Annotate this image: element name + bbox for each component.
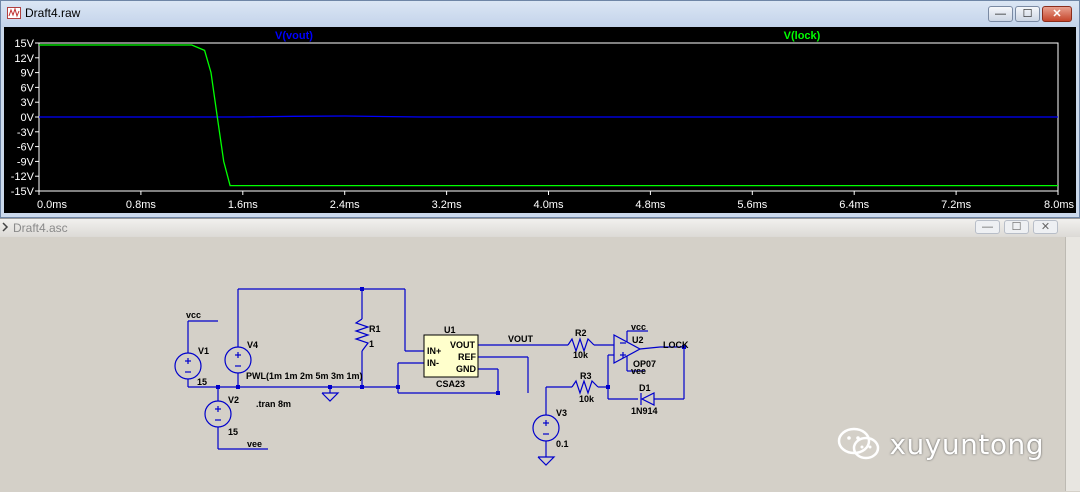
ground-symbol	[321, 392, 340, 402]
trace-label-lock[interactable]: V(lock)	[784, 30, 821, 42]
voltage-source-v3[interactable]	[532, 414, 560, 442]
schematic-minimize-button[interactable]: —	[975, 220, 1000, 234]
label-r1: R1	[369, 324, 381, 334]
x-tick-label: 3.2ms	[432, 199, 462, 211]
voltage-source-v1[interactable]	[174, 352, 202, 380]
label-vee-1: vee	[247, 439, 262, 449]
y-tick-label: -6V	[17, 142, 35, 154]
label-u1-ref: REF	[458, 352, 477, 362]
x-tick-label: 5.6ms	[737, 199, 767, 211]
label-r3: R3	[580, 371, 592, 381]
label-d1: D1	[639, 383, 651, 393]
x-tick-label: 2.4ms	[330, 199, 360, 211]
schematic-close-button[interactable]: ✕	[1033, 220, 1058, 234]
label-vcc-2: vcc	[631, 322, 646, 332]
waveform-plot[interactable]: V(vout) V(lock) 15V 12V 9V 6V 3V 0V -3V -6V -9V -…	[4, 27, 1076, 213]
label-v4: V4	[247, 340, 258, 350]
trace-label-vout[interactable]: V(vout)	[275, 30, 313, 42]
label-v3-value: 0.1	[556, 439, 569, 449]
x-tick-label: 4.0ms	[534, 199, 564, 211]
label-u1-vout: VOUT	[450, 340, 476, 350]
resistor-r3[interactable]	[571, 379, 599, 395]
label-u1-gnd: GND	[456, 364, 477, 374]
diode-d1[interactable]	[640, 392, 655, 406]
wechat-icon	[838, 427, 880, 460]
y-tick-label: -12V	[11, 171, 35, 183]
label-u2: U2	[632, 335, 644, 345]
label-vcc-1: vcc	[186, 310, 201, 320]
x-tick-label: 1.6ms	[228, 199, 258, 211]
ground-symbol-v3	[537, 456, 556, 466]
watermark-text: xuyuntong	[889, 427, 1044, 461]
label-r2-value: 10k	[573, 350, 589, 360]
label-u1-in-minus: IN-	[427, 358, 439, 368]
waveform-app-icon	[7, 7, 21, 19]
x-tick-label: 8.0ms	[1044, 199, 1074, 211]
resistor-r1[interactable]	[354, 318, 370, 352]
label-d1-model: 1N914	[631, 406, 658, 416]
y-tick-label: 6V	[21, 82, 35, 94]
schematic-app-icon	[2, 222, 9, 232]
label-lock-net: LOCK	[663, 340, 689, 350]
y-tick-label: -3V	[17, 127, 35, 139]
label-vout-net: VOUT	[508, 334, 534, 344]
label-r2: R2	[575, 328, 587, 338]
label-v1-value: 15	[197, 377, 207, 387]
label-tran[interactable]: .tran 8m	[256, 399, 291, 409]
voltage-source-v4[interactable]	[224, 346, 252, 374]
x-tick-label: 0.0ms	[37, 199, 67, 211]
y-tick-label: 9V	[21, 68, 35, 80]
schematic-maximize-button[interactable]: ☐	[1004, 220, 1029, 234]
label-v4-value: PWL(1m 1m 2m 5m 3m 1m)	[246, 371, 363, 381]
schematic-window-title: Draft4.asc	[13, 221, 68, 235]
watermark: xuyuntong	[837, 426, 1044, 462]
y-tick-label: -9V	[17, 156, 35, 168]
label-vee-2: vee	[631, 366, 646, 376]
label-u1-in-plus: IN+	[427, 346, 441, 356]
label-r3-value: 10k	[579, 394, 595, 404]
vertical-scrollbar[interactable]	[1065, 237, 1080, 491]
y-tick-label: -15V	[11, 186, 35, 198]
x-tick-label: 6.4ms	[839, 199, 869, 211]
x-tick-label: 7.2ms	[941, 199, 971, 211]
close-button[interactable]: ✕	[1042, 6, 1072, 22]
y-tick-label: 3V	[21, 97, 35, 109]
label-u1-model: CSA23	[436, 379, 465, 389]
schematic-titlebar[interactable]: Draft4.asc — ☐ ✕	[0, 219, 1080, 237]
label-r1-value: 1	[369, 339, 374, 349]
minimize-button[interactable]: —	[988, 6, 1013, 22]
label-v3: V3	[556, 408, 567, 418]
y-tick-label: 15V	[14, 38, 34, 50]
label-v2-value: 15	[228, 427, 238, 437]
waveform-window-title: Draft4.raw	[25, 6, 81, 20]
waveform-window: Draft4.raw — ☐ ✕ V(vout) V(lock) 15V 12V 9…	[0, 0, 1080, 218]
maximize-button[interactable]: ☐	[1015, 6, 1040, 22]
y-tick-label: 0V	[21, 112, 35, 124]
x-tick-label: 0.8ms	[126, 199, 156, 211]
waveform-titlebar[interactable]: Draft4.raw — ☐ ✕	[1, 1, 1079, 27]
label-v1: V1	[198, 346, 209, 356]
label-u1: U1	[444, 325, 456, 335]
y-tick-label: 12V	[14, 53, 34, 65]
x-tick-label: 4.8ms	[635, 199, 665, 211]
label-v2: V2	[228, 395, 239, 405]
schematic-window: Draft4.asc — ☐ ✕ vcc V1 15 V4 PWL(1m 1m …	[0, 218, 1080, 492]
